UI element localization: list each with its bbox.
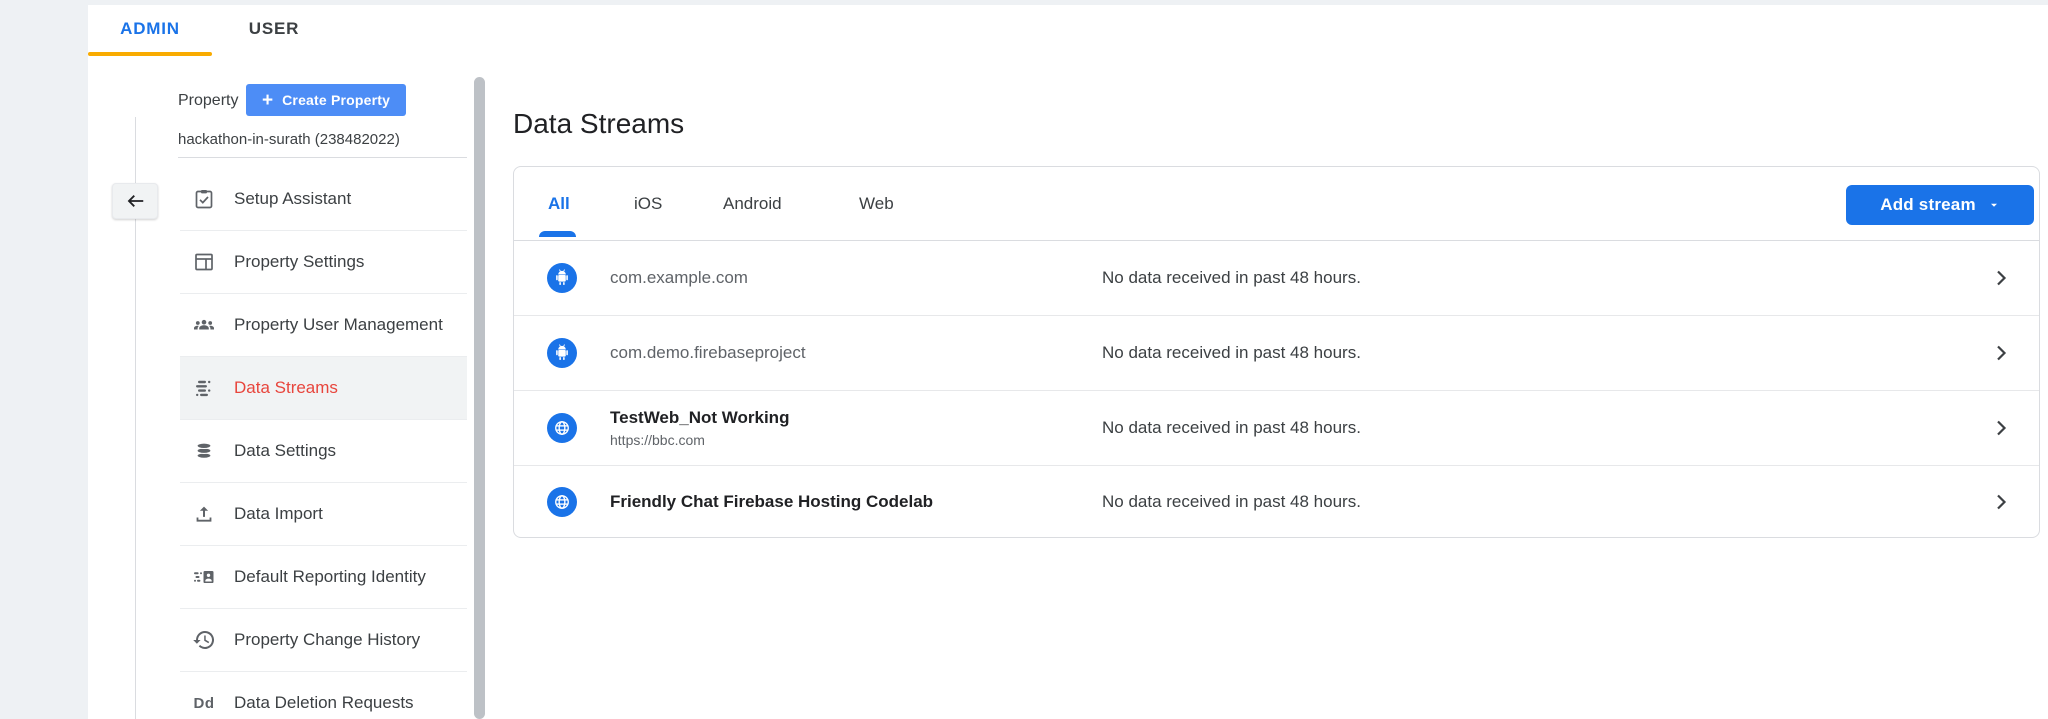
tab-user[interactable]: USER — [212, 5, 336, 52]
tab-admin[interactable]: ADMIN — [88, 5, 212, 52]
plus-icon: + — [262, 91, 273, 110]
chevron-right-icon[interactable] — [1989, 266, 2013, 290]
data-deletion-icon: Dd — [192, 691, 216, 715]
stream-list: com.example.com No data received in past… — [514, 241, 2039, 538]
sidebar-item-property-user-management[interactable]: Property User Management — [180, 294, 467, 357]
ga-admin-page: ADMIN USER Property + Create Property ha… — [0, 0, 2048, 719]
stream-row-friendly-chat[interactable]: Friendly Chat Firebase Hosting Codelab N… — [514, 466, 2039, 538]
sidebar-item-setup-assistant[interactable]: Setup Assistant — [180, 168, 467, 231]
stream-status: No data received in past 48 hours. — [1102, 343, 1361, 363]
sidebar-item-data-streams[interactable]: Data Streams — [180, 357, 467, 420]
users-icon — [192, 313, 216, 337]
property-column-label: Property — [178, 92, 238, 110]
tab-all[interactable]: All — [548, 167, 570, 241]
divider — [178, 157, 467, 158]
active-filter-underline — [539, 231, 576, 237]
stream-info: com.demo.firebaseproject — [610, 343, 806, 363]
stream-name: TestWeb_Not Working — [610, 408, 789, 428]
create-property-button[interactable]: + Create Property — [246, 84, 406, 116]
stream-status: No data received in past 48 hours. — [1102, 268, 1361, 288]
data-streams-icon — [192, 376, 216, 400]
upload-icon — [192, 502, 216, 526]
property-settings-menu: Setup Assistant Property Settings — [180, 168, 467, 719]
stream-info: Friendly Chat Firebase Hosting Codelab — [610, 492, 933, 512]
stream-row-testweb-not-working[interactable]: TestWeb_Not Working https://bbc.com No d… — [514, 391, 2039, 466]
sidebar-item-property-change-history[interactable]: Property Change History — [180, 609, 467, 672]
dropdown-caret-icon — [1988, 199, 2000, 211]
admin-user-tabbar: ADMIN USER — [88, 5, 336, 52]
stream-info: com.example.com — [610, 268, 748, 288]
back-arrow-icon — [124, 190, 146, 212]
web-globe-icon — [547, 413, 577, 443]
stream-row-com-demo-firebaseproject[interactable]: com.demo.firebaseproject No data receive… — [514, 316, 2039, 391]
chevron-right-icon[interactable] — [1989, 490, 2013, 514]
stream-name: com.example.com — [610, 268, 748, 288]
sidebar-item-data-import[interactable]: Data Import — [180, 483, 467, 546]
add-stream-button[interactable]: Add stream — [1846, 185, 2034, 225]
tab-web[interactable]: Web — [859, 167, 894, 241]
sidebar-item-property-settings[interactable]: Property Settings — [180, 231, 467, 294]
database-icon — [192, 439, 216, 463]
property-settings-icon — [192, 250, 216, 274]
web-globe-icon — [547, 487, 577, 517]
identity-card-icon — [192, 565, 216, 589]
sidebar-item-data-deletion-requests[interactable]: Dd Data Deletion Requests — [180, 672, 467, 719]
chevron-right-icon[interactable] — [1989, 416, 2013, 440]
android-icon — [547, 263, 577, 293]
collapse-panel-button[interactable] — [112, 183, 158, 219]
sidebar-item-default-reporting-identity[interactable]: Default Reporting Identity — [180, 546, 467, 609]
tab-ios[interactable]: iOS — [634, 167, 662, 241]
stream-filter-tabbar: All iOS Android Web Add stream — [514, 167, 2039, 241]
stream-row-com-example-com[interactable]: com.example.com No data received in past… — [514, 241, 2039, 316]
stream-name: com.demo.firebaseproject — [610, 343, 806, 363]
sidebar-item-data-settings[interactable]: Data Settings — [180, 420, 467, 483]
page-title: Data Streams — [513, 108, 684, 140]
chevron-right-icon[interactable] — [1989, 341, 2013, 365]
history-icon — [192, 628, 216, 652]
stream-status: No data received in past 48 hours. — [1102, 492, 1361, 512]
stream-status: No data received in past 48 hours. — [1102, 418, 1361, 438]
android-icon — [547, 338, 577, 368]
data-streams-card: All iOS Android Web Add stream — [513, 166, 2040, 538]
stream-name: Friendly Chat Firebase Hosting Codelab — [610, 492, 933, 512]
setup-assistant-icon — [192, 187, 216, 211]
property-name[interactable]: hackathon-in-surath (238482022) — [178, 131, 400, 148]
tab-android[interactable]: Android — [723, 167, 782, 241]
sidebar-scrollbar[interactable] — [474, 77, 485, 719]
stream-info: TestWeb_Not Working https://bbc.com — [610, 408, 789, 448]
left-gray-strip — [0, 0, 88, 719]
stream-url: https://bbc.com — [610, 432, 789, 448]
active-tab-underline — [88, 52, 212, 56]
